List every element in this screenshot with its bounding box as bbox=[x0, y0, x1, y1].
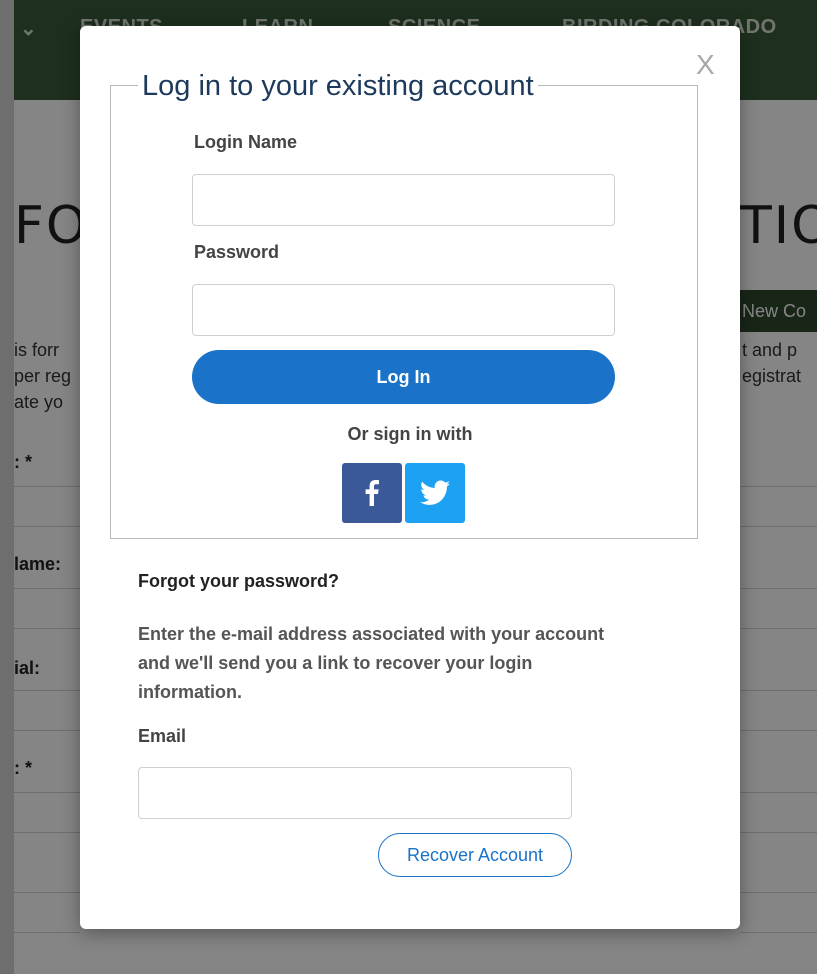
or-sign-in-text: Or sign in with bbox=[347, 424, 473, 444]
facebook-login-button[interactable] bbox=[342, 463, 402, 523]
twitter-login-button[interactable] bbox=[405, 463, 465, 523]
login-modal: X Log in to your existing account Login … bbox=[80, 26, 740, 929]
email-label: Email bbox=[138, 726, 187, 746]
facebook-icon bbox=[365, 480, 379, 506]
left-scroll-edge bbox=[0, 0, 14, 974]
recover-account-button[interactable]: Recover Account bbox=[378, 833, 572, 877]
forgot-password-heading: Forgot your password? bbox=[138, 571, 340, 591]
login-title: Log in to your existing account bbox=[138, 70, 538, 103]
forgot-password-description: Enter the e-mail address associated with… bbox=[138, 624, 605, 702]
email-field[interactable] bbox=[138, 767, 572, 819]
password-input[interactable] bbox=[192, 284, 615, 336]
login-name-input[interactable] bbox=[192, 174, 615, 226]
log-in-button[interactable]: Log In bbox=[192, 350, 615, 404]
close-icon[interactable]: X bbox=[696, 50, 715, 80]
login-name-label: Login Name bbox=[194, 132, 298, 152]
password-label: Password bbox=[194, 242, 280, 262]
twitter-icon bbox=[420, 480, 450, 505]
